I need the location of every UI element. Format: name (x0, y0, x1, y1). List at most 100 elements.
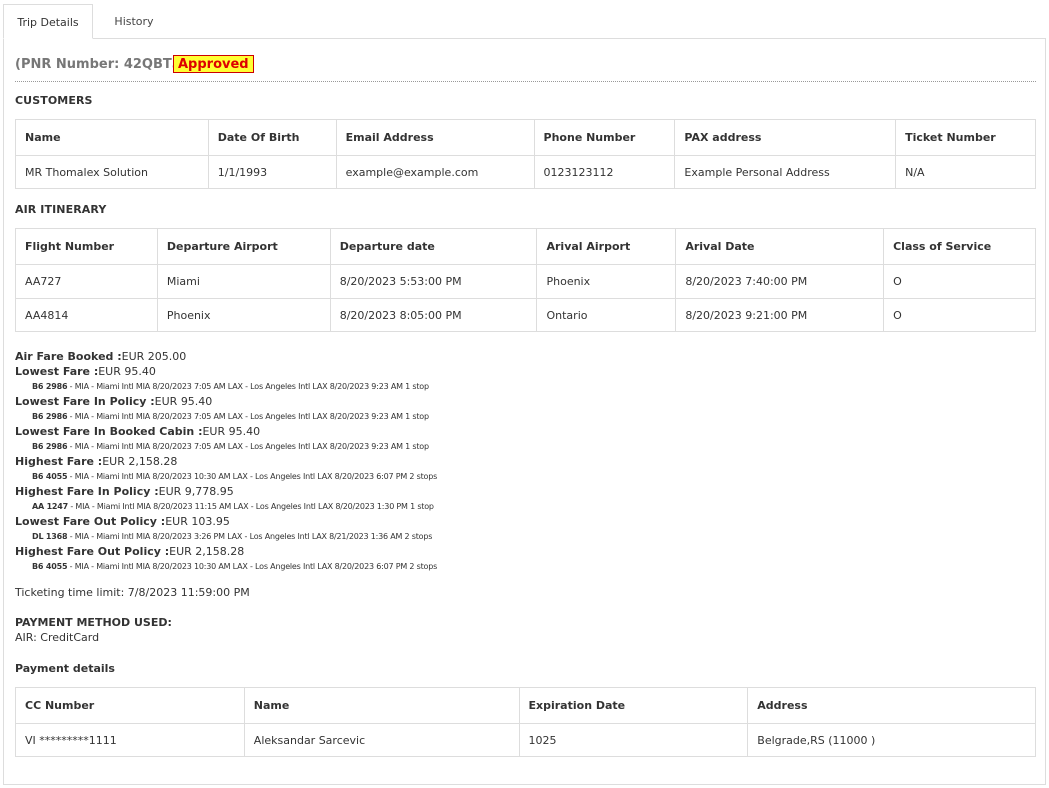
fare-route: - MIA - Miami Intl MIA 8/20/2023 11:15 A… (68, 502, 434, 511)
column-header: Phone Number (533, 119, 676, 156)
fare-item: Air Fare Booked :EUR 205.00 (15, 349, 437, 364)
fare-value: EUR 103.95 (165, 515, 230, 528)
fare-detail: B6 2986 - MIA - Miami Intl MIA 8/20/2023… (15, 379, 437, 394)
payment-method-value: AIR: CreditCard (15, 631, 100, 644)
fare-label: Lowest Fare Out Policy : (15, 515, 166, 528)
fare-item: Highest Fare Out Policy :EUR 2,158.28 (15, 544, 437, 559)
column-header: Name (15, 119, 209, 156)
column-header: Expiration Date (518, 687, 749, 724)
table-cell: Example Personal Address (674, 155, 897, 189)
fare-value: EUR 95.40 (98, 365, 156, 378)
tab-trip-details[interactable]: Trip Details (3, 4, 93, 39)
fare-label: Lowest Fare In Booked Cabin : (15, 425, 203, 438)
fare-value: EUR 95.40 (154, 395, 213, 408)
fare-flight: B6 2986 (32, 382, 68, 391)
fare-flight: DL 1368 (32, 532, 68, 541)
fare-value: EUR 205.00 (121, 350, 187, 363)
fare-route: - MIA - Miami Intl MIA 8/20/2023 10:30 A… (67, 472, 438, 481)
fare-item: Highest Fare :EUR 2,158.28 (15, 454, 437, 469)
fare-item: Lowest Fare :EUR 95.40 (15, 364, 437, 379)
table-cell: N/A (895, 155, 1036, 189)
fare-item: Highest Fare In Policy :EUR 9,778.95 (15, 484, 437, 499)
table-cell: Phoenix (536, 264, 677, 299)
table-cell: 1/1/1993 (207, 155, 337, 189)
table-cell: VI *********1111 (15, 723, 245, 757)
table-cell: Miami (156, 264, 331, 299)
customers-title: CUSTOMERS (15, 94, 93, 107)
fare-label: Highest Fare : (15, 455, 103, 468)
fare-route: - MIA - Miami Intl MIA 8/20/2023 7:05 AM… (67, 382, 429, 391)
column-header: Flight Number (15, 228, 158, 265)
fare-flight: B6 4055 (32, 472, 68, 481)
fare-label: Lowest Fare In Policy : (15, 395, 155, 408)
fare-label: Highest Fare Out Policy : (15, 545, 170, 558)
fare-label: Air Fare Booked : (15, 350, 122, 363)
table-cell: MR Thomalex Solution (15, 155, 209, 189)
fare-detail: B6 4055 - MIA - Miami Intl MIA 8/20/2023… (15, 469, 437, 484)
payment-details-title: Payment details (15, 662, 115, 675)
fare-route: - MIA - Miami Intl MIA 8/20/2023 10:30 A… (67, 562, 438, 571)
table-cell: Phoenix (156, 298, 331, 332)
table-cell: AA4814 (15, 298, 158, 332)
table-cell: 0123123112 (533, 155, 676, 189)
fare-detail: B6 2986 - MIA - Miami Intl MIA 8/20/2023… (15, 409, 437, 424)
fare-flight: B6 2986 (32, 412, 68, 421)
pnr-header: (PNR Number: 42QBT5) Approved (15, 55, 1036, 82)
table-cell: O (883, 264, 1036, 299)
column-header: Arival Airport (536, 228, 677, 265)
table-cell: Aleksandar Sarcevic (243, 723, 520, 757)
fare-item: Lowest Fare In Policy :EUR 95.40 (15, 394, 437, 409)
table-cell: Ontario (536, 298, 677, 332)
column-header: Email Address (335, 119, 535, 156)
column-header: Arival Date (675, 228, 885, 265)
table-cell: 8/20/2023 8:05:00 PM (329, 298, 538, 332)
table-cell: 8/20/2023 5:53:00 PM (329, 264, 538, 299)
column-header: Class of Service (883, 228, 1036, 265)
column-header: Departure Airport (156, 228, 331, 265)
fare-detail: AA 1247 - MIA - Miami Intl MIA 8/20/2023… (15, 499, 437, 514)
column-header: Departure date (329, 228, 538, 265)
fare-detail: B6 4055 - MIA - Miami Intl MIA 8/20/2023… (15, 559, 437, 574)
fare-item: Lowest Fare Out Policy :EUR 103.95 (15, 514, 437, 529)
table-cell: AA727 (15, 264, 158, 299)
table-cell: O (883, 298, 1036, 332)
trip-details-panel: (PNR Number: 42QBT5) Approved CUSTOMERS … (3, 38, 1046, 785)
fare-detail: B6 2986 - MIA - Miami Intl MIA 8/20/2023… (15, 439, 437, 454)
table-row: VI *********1111 Aleksandar Sarcevic 102… (15, 723, 1036, 757)
column-header: Address (747, 687, 1036, 724)
status-badge: Approved (173, 55, 254, 73)
fare-label: Lowest Fare : (15, 365, 99, 378)
fare-summary: Air Fare Booked :EUR 205.00 Lowest Fare … (15, 349, 437, 574)
table-cell: 8/20/2023 9:21:00 PM (675, 298, 885, 332)
table-row: AA727 Miami 8/20/2023 5:53:00 PM Phoenix… (15, 264, 1036, 299)
table-cell: 8/20/2023 7:40:00 PM (675, 264, 885, 299)
fare-label: Highest Fare In Policy : (15, 485, 159, 498)
table-cell: 1025 (518, 723, 749, 757)
fare-value: EUR 2,158.28 (169, 545, 245, 558)
pnr-number: (PNR Number: 42QBT5) (15, 57, 187, 72)
itinerary-table: Flight Number Departure Airport Departur… (15, 228, 1036, 332)
table-cell: example@example.com (335, 155, 535, 189)
tab-history[interactable]: History (106, 4, 162, 39)
fare-value: EUR 9,778.95 (158, 485, 234, 498)
table-row: MR Thomalex Solution 1/1/1993 example@ex… (15, 155, 1036, 189)
column-header: PAX address (674, 119, 897, 156)
ticketing-time-limit: Ticketing time limit: 7/8/2023 11:59:00 … (15, 586, 250, 599)
fare-value: EUR 95.40 (202, 425, 261, 438)
payment-details-table: CC Number Name Expiration Date Address V… (15, 687, 1036, 757)
column-header: Date Of Birth (207, 119, 337, 156)
table-row: AA4814 Phoenix 8/20/2023 8:05:00 PM Onta… (15, 298, 1036, 332)
column-header: Name (243, 687, 520, 724)
fare-flight: AA 1247 (32, 502, 69, 511)
air-itinerary-title: AIR ITINERARY (15, 203, 107, 216)
fare-flight: B6 4055 (32, 562, 68, 571)
table-header-row: Flight Number Departure Airport Departur… (15, 228, 1036, 265)
table-header-row: CC Number Name Expiration Date Address (15, 687, 1036, 724)
table-cell: Belgrade,RS (11000 ) (747, 723, 1036, 757)
fare-value: EUR 2,158.28 (102, 455, 178, 468)
fare-route: - MIA - Miami Intl MIA 8/20/2023 3:26 PM… (67, 532, 433, 541)
fare-route: - MIA - Miami Intl MIA 8/20/2023 7:05 AM… (67, 412, 429, 421)
fare-route: - MIA - Miami Intl MIA 8/20/2023 7:05 AM… (67, 442, 429, 451)
column-header: Ticket Number (895, 119, 1036, 156)
fare-flight: B6 2986 (32, 442, 68, 451)
